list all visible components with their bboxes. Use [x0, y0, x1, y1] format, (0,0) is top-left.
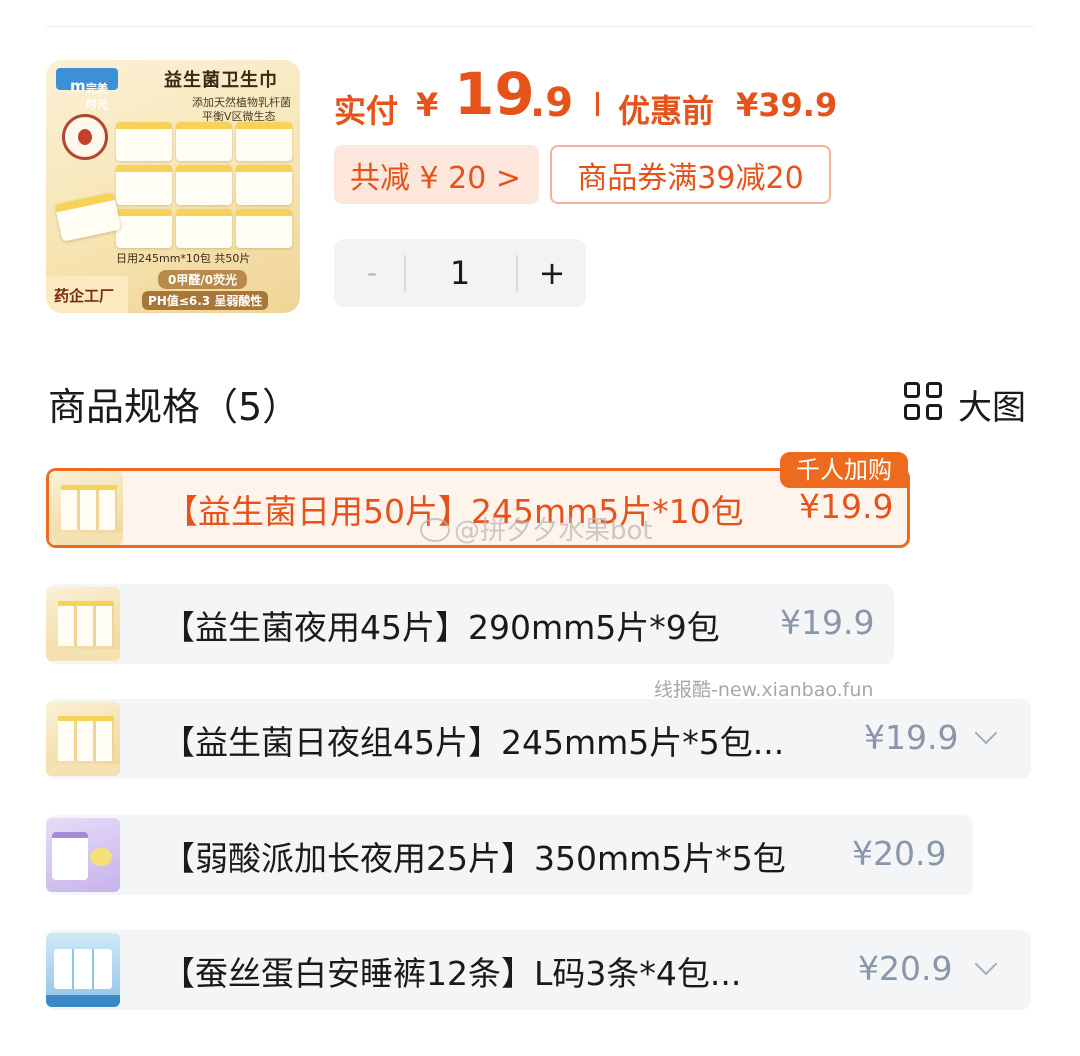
- decrease-button[interactable]: -: [352, 253, 392, 293]
- spec-option-label: 【弱酸派加长夜用25片】350mm5片*5包: [162, 839, 786, 878]
- site-watermark: 线报酷-new.xianbao.fun: [654, 679, 874, 701]
- spec-option-price: ¥19.9: [864, 718, 959, 757]
- chevron-down-icon[interactable]: [970, 954, 1000, 984]
- chevron-down-icon[interactable]: [970, 723, 1000, 753]
- image-title: 益生菌卫生巾: [164, 70, 278, 91]
- spec-option-price: ¥19.9: [799, 487, 894, 526]
- spec-option-label: 【益生菌夜用45片】290mm5片*9包: [162, 608, 720, 647]
- grid-icon[interactable]: [904, 382, 944, 422]
- certification-seal: [62, 114, 108, 160]
- top-divider: [46, 26, 1034, 27]
- increase-button[interactable]: +: [532, 253, 572, 293]
- hot-tag-badge: 千人加购: [780, 452, 908, 488]
- spec-thumbnail: [46, 933, 120, 1007]
- paid-label: 实付: [334, 92, 399, 130]
- image-badge-free: 0甲醛/0荧光: [158, 270, 248, 289]
- spec-option-3[interactable]: 【益生菌日夜组45片】245mm5片*5包... ¥19.9: [46, 699, 1031, 779]
- currency-symbol: ¥: [416, 86, 439, 124]
- coupon-badge: 商品券满39减20: [550, 145, 831, 204]
- spec-option-label: 【益生菌日夜组45片】245mm5片*5包...: [162, 723, 785, 762]
- spec-option-5[interactable]: 【蚕丝蛋白安睡裤12条】L码3条*4包... ¥20.9: [46, 930, 1031, 1010]
- image-spec: 日用245mm*10包 共50片: [116, 252, 251, 265]
- spec-thumbnail: [46, 702, 120, 776]
- image-badge-ph: PH值≤6.3 呈弱酸性: [142, 291, 269, 310]
- spec-option-price: ¥20.9: [852, 834, 947, 873]
- stepper-divider: [516, 255, 518, 291]
- product-packs: [116, 122, 292, 248]
- spec-option-label: 【蚕丝蛋白安睡裤12条】L码3条*4包...: [162, 954, 742, 993]
- quantity-value[interactable]: 1: [422, 253, 498, 293]
- image-badge-factory: 药企工厂: [46, 276, 128, 313]
- original-price: ¥39.9: [736, 86, 838, 124]
- large-image-toggle[interactable]: 大图: [958, 380, 1026, 429]
- paid-price-decimal: .9: [530, 80, 574, 126]
- spec-section-title: 商品规格（5）: [48, 385, 301, 429]
- spec-option-2[interactable]: 【益生菌夜用45片】290mm5片*9包 ¥19.9: [46, 584, 894, 664]
- single-pad: [54, 192, 122, 242]
- total-discount-button[interactable]: 共减 ¥ 20 >: [334, 145, 539, 204]
- weibo-watermark: @拼夕夕水果bot: [420, 510, 653, 547]
- spec-thumbnail: [49, 471, 123, 545]
- spec-option-4[interactable]: 【弱酸派加长夜用25片】350mm5片*5包 ¥20.9: [46, 815, 973, 895]
- quantity-stepper: - 1 +: [334, 239, 586, 307]
- brand-logo: m 完美时光: [56, 68, 118, 111]
- price-separator: [596, 92, 599, 116]
- spec-option-price: ¥20.9: [858, 949, 953, 988]
- paid-price-integer: 19: [454, 60, 535, 128]
- spec-thumbnail: [46, 587, 120, 661]
- stepper-divider: [404, 255, 406, 291]
- original-price-label: 优惠前: [618, 92, 715, 130]
- product-image[interactable]: m 完美时光 益生菌卫生巾 添加天然植物乳杆菌 平衡V区微生态 日用245mm*1…: [46, 60, 300, 313]
- spec-option-price: ¥19.9: [780, 603, 875, 642]
- spec-thumbnail: [46, 818, 120, 892]
